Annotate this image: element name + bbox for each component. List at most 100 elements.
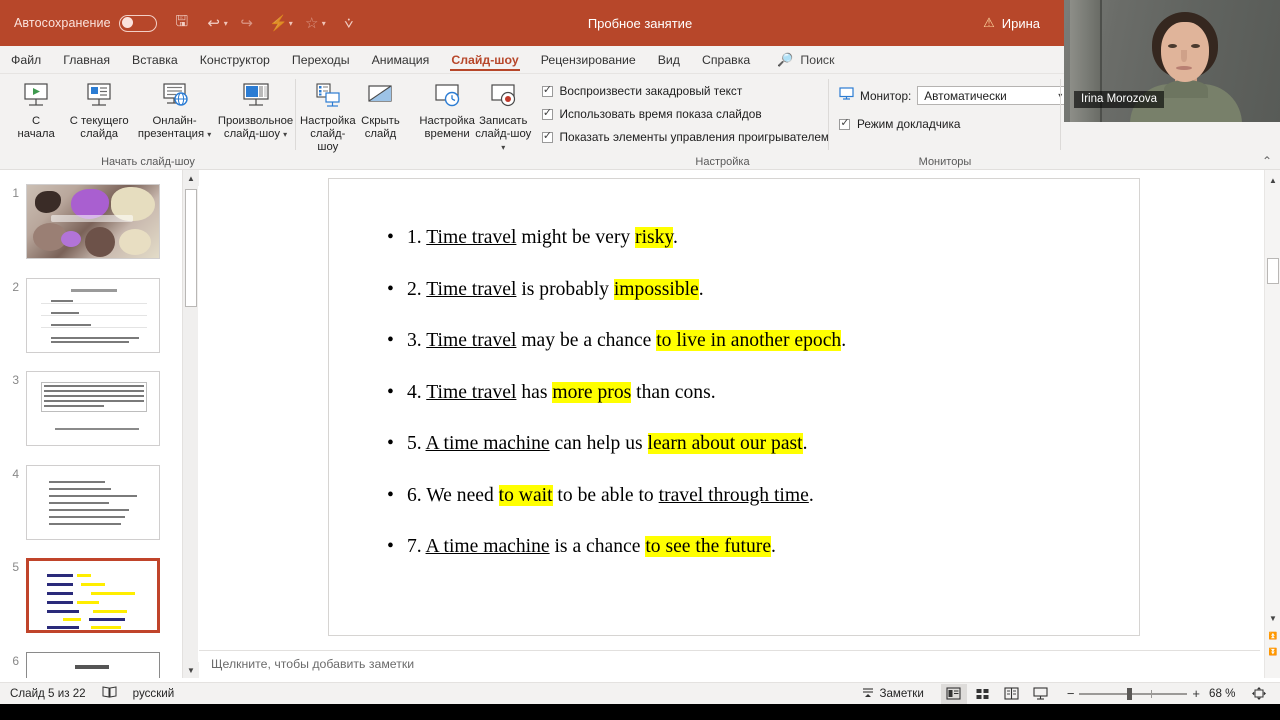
- spellcheck-icon[interactable]: [102, 685, 117, 703]
- thumbnail-image-3[interactable]: [26, 371, 160, 446]
- thumbnail-scrollbar-thumb[interactable]: [185, 189, 197, 307]
- slide-thumbnail-pane[interactable]: 1 2 3 4 5 6: [0, 170, 182, 678]
- monitor-dropdown[interactable]: Автоматически ▾: [917, 86, 1068, 105]
- webcam-overlay[interactable]: Irina Morozova: [1064, 0, 1280, 122]
- setup-slideshow-icon: [313, 80, 343, 112]
- tab-fajl[interactable]: Файл: [0, 49, 52, 70]
- present-online-caret-icon[interactable]: ▾: [207, 130, 211, 139]
- record-slideshow-caret-icon[interactable]: ▾: [501, 143, 505, 152]
- zoom-slider-track[interactable]: [1079, 687, 1188, 700]
- checkbox-show-media-controls-box[interactable]: [541, 129, 553, 143]
- record-slideshow-button[interactable]: Записать слайд-шоу ▾: [475, 74, 532, 170]
- more-commands-icon[interactable]: ⩒: [336, 10, 362, 36]
- user-name[interactable]: Ирина: [1002, 16, 1040, 31]
- slide-line-7: • 7. A time machine is a chance to see th…: [387, 536, 1119, 558]
- rehearse-timings-button[interactable]: Настройка времени: [419, 74, 475, 170]
- save-icon[interactable]: 🖫: [169, 10, 195, 36]
- checkbox-presenter-view-label: Режим докладчика: [857, 117, 961, 131]
- zoom-level[interactable]: 68 %: [1209, 687, 1243, 700]
- undo-icon[interactable]: ↩: [201, 10, 227, 36]
- checkbox-presenter-view[interactable]: Режим докладчика: [839, 116, 1067, 131]
- monitor-select-row[interactable]: Монитор: Автоматически ▾: [839, 86, 1068, 105]
- thumbnail-slide-3[interactable]: 3: [0, 371, 182, 446]
- slide-counter[interactable]: Слайд 5 из 22: [10, 687, 86, 700]
- chevron-down-icon[interactable]: ▾: [1058, 91, 1062, 100]
- zoom-slider-tick: [1151, 689, 1153, 698]
- tab-perehody[interactable]: Переходы: [281, 49, 361, 70]
- zoom-in-icon[interactable]: +: [1192, 686, 1200, 701]
- start-from-current-slide-label-1: С текущего: [69, 115, 129, 127]
- canvas-scrollbar[interactable]: ▲ ▼ ⏫ ⏬: [1264, 170, 1280, 678]
- checkbox-use-timings[interactable]: Использовать время показа слайдов: [541, 106, 829, 121]
- checkbox-show-media-controls[interactable]: Показать элементы управления проигрывате…: [541, 129, 829, 144]
- checkbox-use-timings-box[interactable]: [541, 106, 553, 120]
- thumbnail-slide-1[interactable]: 1: [0, 184, 182, 259]
- canvas-scroll-down-icon[interactable]: ▼: [1265, 610, 1280, 626]
- tab-glavnaya[interactable]: Главная: [52, 49, 121, 70]
- language-indicator[interactable]: русский: [133, 687, 175, 700]
- redo-icon[interactable]: ↪: [234, 10, 260, 36]
- slide-sorter-icon[interactable]: [970, 684, 996, 704]
- normal-view-icon[interactable]: [940, 683, 967, 704]
- zoom-slider[interactable]: − +: [1067, 686, 1200, 701]
- zoom-slider-knob[interactable]: [1127, 687, 1133, 700]
- thumb3-l1: [44, 385, 144, 387]
- zoom-out-icon[interactable]: −: [1067, 686, 1075, 701]
- canvas-scroll-up-icon[interactable]: ▲: [1265, 172, 1280, 188]
- thumbnail-slide-2[interactable]: 2: [0, 278, 182, 353]
- rehearse-timings-label-2: времени: [424, 128, 470, 140]
- tab-slide-show[interactable]: Слайд-шоу: [440, 49, 529, 71]
- checkbox-presenter-view-box[interactable]: [839, 116, 850, 130]
- slideshow-view-icon[interactable]: [1028, 684, 1054, 704]
- slide-line-1: • 1. Time travel might be very risky.: [387, 227, 1119, 249]
- thumbnail-slide-4[interactable]: 4: [0, 465, 182, 540]
- previous-slide-icon[interactable]: ⏫: [1265, 628, 1280, 644]
- hide-slide-button[interactable]: Скрыть слайд: [356, 74, 406, 170]
- tab-spravka[interactable]: Справка: [691, 49, 761, 70]
- checkbox-play-narrations-box[interactable]: [541, 83, 553, 97]
- next-slide-icon[interactable]: ⏬: [1265, 644, 1280, 660]
- thumb3-l2: [44, 390, 144, 392]
- search-input[interactable]: Поиск: [800, 53, 834, 67]
- setup-slideshow-button[interactable]: Настройка слайд-шоу: [300, 74, 356, 170]
- tab-konstruktor[interactable]: Конструктор: [189, 49, 281, 70]
- slide-canvas[interactable]: • 1. Time travel might be very risky. • 2.…: [328, 178, 1140, 636]
- scroll-down-arrow-icon[interactable]: ▼: [183, 662, 199, 678]
- tab-vid[interactable]: Вид: [647, 49, 691, 70]
- scroll-up-arrow-icon[interactable]: ▲: [183, 170, 199, 186]
- thumbnail-slide-5[interactable]: 5: [0, 558, 182, 633]
- thumbnail-scrollbar[interactable]: ▲ ▼: [182, 170, 199, 678]
- notes-button[interactable]: Заметки: [861, 685, 924, 703]
- line-3-part-3: to live in another epoch: [656, 330, 842, 351]
- tab-animaciya[interactable]: Анимация: [361, 49, 441, 70]
- thumbnail-slide-6[interactable]: 6: [0, 652, 182, 678]
- thumbnail-image-4[interactable]: [26, 465, 160, 540]
- autosave-group[interactable]: Автосохранение: [14, 14, 157, 32]
- reading-view-icon[interactable]: [999, 684, 1025, 704]
- tab-recenzirovanie[interactable]: Рецензирование: [530, 49, 647, 70]
- notes-placeholder[interactable]: Щелкните, чтобы добавить заметки: [199, 651, 1260, 671]
- thumbnail-image-5[interactable]: [26, 558, 160, 633]
- fit-to-window-icon[interactable]: [1246, 684, 1272, 704]
- line-7-number: 7.: [407, 536, 422, 557]
- checkbox-play-narrations[interactable]: Воспроизвести закадровый текст: [541, 83, 829, 98]
- thumb5-h2: [81, 583, 105, 586]
- webcam-person-collar: [1164, 80, 1208, 98]
- autosave-toggle[interactable]: [118, 14, 157, 32]
- favorite-icon[interactable]: ☆: [299, 10, 325, 36]
- quick-action-icon[interactable]: ⚡: [266, 10, 292, 36]
- tab-vstavka[interactable]: Вставка: [121, 49, 189, 70]
- bullet-7: •: [387, 536, 394, 557]
- slide-content-placeholder[interactable]: • 1. Time travel might be very risky. • 2.…: [387, 227, 1119, 558]
- thumbnail-image-1[interactable]: [26, 184, 160, 259]
- thumb4-l2: [49, 488, 111, 490]
- thumbnail-image-6[interactable]: [26, 652, 160, 678]
- collapse-ribbon-chevron-icon[interactable]: ⌃: [1262, 154, 1272, 168]
- notes-pane[interactable]: Щелкните, чтобы добавить заметки: [199, 650, 1260, 678]
- canvas-scrollbar-thumb[interactable]: [1267, 258, 1279, 284]
- thumbnail-image-2[interactable]: [26, 278, 160, 353]
- search-box[interactable]: 🔎 Поиск: [777, 52, 834, 68]
- notes-icon: [861, 685, 875, 703]
- custom-slideshow-caret-icon[interactable]: ▾: [283, 130, 287, 139]
- present-online-icon: [159, 80, 191, 112]
